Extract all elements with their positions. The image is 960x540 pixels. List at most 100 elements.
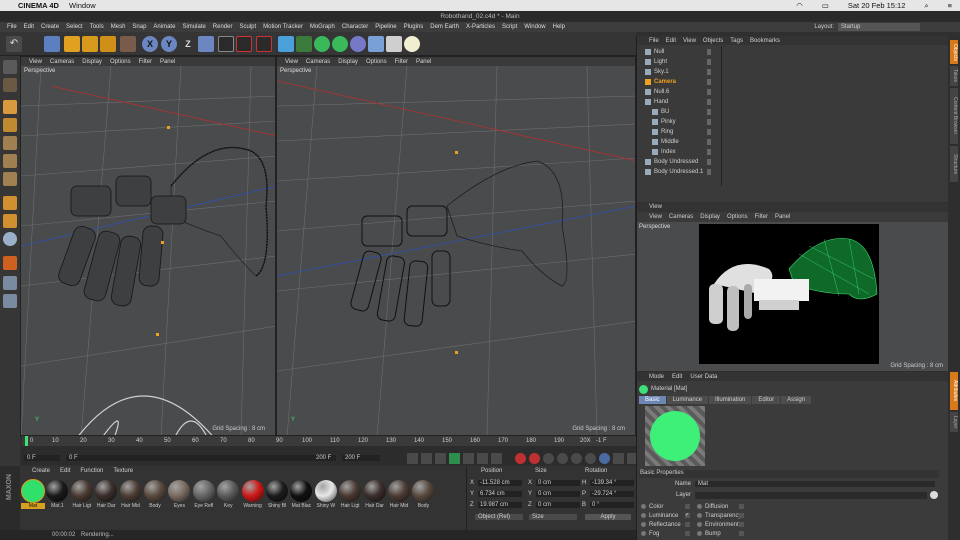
side-tab-objects[interactable]: Objects	[950, 40, 958, 64]
search-icon[interactable]: ⌕	[924, 1, 928, 11]
visibility-toggle[interactable]	[707, 79, 711, 85]
menu-item[interactable]: Render	[213, 24, 233, 30]
rotate-tool-icon[interactable]	[100, 36, 116, 52]
channel-bump-checkbox[interactable]	[739, 531, 744, 536]
visibility-toggle[interactable]	[707, 59, 711, 65]
side-tab-content-browser[interactable]: Content Browser	[950, 88, 958, 144]
attr-menu-user-data[interactable]: User Data	[690, 374, 717, 380]
app-name[interactable]: CINEMA 4D	[18, 1, 59, 10]
menu-item[interactable]: Dem Earth	[430, 24, 459, 30]
material-preview[interactable]	[645, 406, 705, 466]
next-frame-icon[interactable]	[463, 453, 474, 464]
vp-menu-cameras[interactable]: Cameras	[50, 59, 74, 65]
pla-key-icon[interactable]	[613, 453, 624, 464]
visibility-toggle[interactable]	[707, 169, 711, 175]
menu-item[interactable]: Edit	[24, 24, 34, 30]
mat-menu-function[interactable]: Function	[80, 468, 103, 474]
vp-menu-view[interactable]: View	[285, 59, 298, 65]
vpanel-menu-options[interactable]: Options	[727, 214, 748, 220]
rotation-h-field[interactable]: -139.34 °	[590, 480, 634, 486]
material-swatch[interactable]	[388, 480, 410, 502]
prev-key-icon[interactable]	[421, 453, 432, 464]
position-y-field[interactable]: 6.734 cm	[478, 491, 522, 497]
view-panel-viewport[interactable]: Perspective Grid Spacing : 8 cm	[637, 222, 949, 371]
visibility-toggle[interactable]	[707, 139, 711, 145]
visibility-toggle[interactable]	[707, 119, 711, 125]
menu-item[interactable]: Help	[553, 24, 565, 30]
play-icon[interactable]	[449, 453, 460, 464]
playhead[interactable]	[25, 436, 28, 446]
position-z-field[interactable]: 19.987 cm	[478, 502, 522, 508]
material-swatch[interactable]	[144, 480, 166, 502]
tab-illumination[interactable]: Illumination	[709, 396, 752, 404]
scale-key-icon[interactable]	[571, 453, 582, 464]
vp-menu-panel[interactable]: Panel	[160, 59, 175, 65]
mat-menu-edit[interactable]: Edit	[60, 468, 70, 474]
material-swatch[interactable]	[363, 480, 386, 502]
mac-menu-window[interactable]: Window	[69, 1, 96, 10]
floor-icon[interactable]	[368, 36, 384, 52]
axis-mode-icon[interactable]	[3, 196, 17, 210]
menu-item[interactable]: Plugins	[404, 24, 424, 30]
vpanel-menu-view[interactable]: View	[649, 214, 662, 220]
rotation-p-field[interactable]: -29.724 °	[590, 491, 634, 497]
move-tool-icon[interactable]	[64, 36, 80, 52]
om-menu-tags[interactable]: Tags	[730, 38, 743, 44]
deformer-icon[interactable]	[350, 36, 366, 52]
workplane-icon[interactable]	[3, 118, 17, 132]
texture-mode-icon[interactable]	[3, 100, 17, 114]
material-swatch[interactable]	[192, 480, 215, 502]
side-tab-structure[interactable]: Structure	[950, 146, 958, 182]
menu-item[interactable]: Simulate	[182, 24, 205, 30]
visibility-toggle[interactable]	[707, 129, 711, 135]
autokey-icon[interactable]	[529, 453, 540, 464]
visibility-toggle[interactable]	[707, 109, 711, 115]
sculpt-icon[interactable]	[3, 294, 17, 308]
om-menu-edit[interactable]: Edit	[666, 38, 676, 44]
y-axis-button[interactable]: Y	[161, 36, 177, 52]
clock[interactable]: Sat 20 Feb 15:12	[848, 1, 906, 11]
channel-reflectance-checkbox[interactable]	[685, 522, 690, 527]
points-mode-icon[interactable]	[3, 136, 17, 150]
vp-menu-options[interactable]: Options	[110, 59, 131, 65]
rotation-key-icon[interactable]	[585, 453, 596, 464]
om-menu-file[interactable]: File	[649, 38, 659, 44]
channel-luminance-checkbox[interactable]: ✓	[685, 513, 690, 518]
material-swatch[interactable]	[95, 480, 118, 502]
channel-transparency-checkbox[interactable]	[739, 513, 744, 518]
om-menu-view[interactable]: View	[683, 38, 696, 44]
menu-list-icon[interactable]: ≡	[948, 1, 952, 11]
vp-menu-filter[interactable]: Filter	[139, 59, 152, 65]
vpanel-menu-cameras[interactable]: Cameras	[669, 214, 693, 220]
viewport-right[interactable]: View Cameras Display Options Filter Pane…	[276, 56, 636, 436]
coordinate-system-icon[interactable]	[198, 36, 214, 52]
vpanel-menu-display[interactable]: Display	[700, 214, 720, 220]
visibility-toggle[interactable]	[707, 159, 711, 165]
viewport-left[interactable]: View Cameras Display Options Filter Pane…	[20, 56, 276, 436]
menu-item[interactable]: Sculpt	[239, 24, 256, 30]
position-x-field[interactable]: -11.528 cm	[478, 480, 522, 486]
z-axis-button[interactable]: Z	[180, 36, 196, 52]
undo-icon[interactable]: ↶	[6, 36, 22, 52]
tab-basic[interactable]: Basic	[639, 396, 666, 404]
object-row[interactable]: Middle	[637, 137, 949, 147]
object-row[interactable]: Ring	[637, 127, 949, 137]
visibility-toggle[interactable]	[707, 69, 711, 75]
record-icon[interactable]	[515, 453, 526, 464]
render-region[interactable]	[699, 224, 879, 364]
material-swatch[interactable]	[70, 480, 93, 502]
side-tab-attributes[interactable]: Attributes	[950, 372, 958, 410]
frame-range-start[interactable]: 0 F	[66, 455, 336, 461]
visibility-toggle[interactable]	[707, 99, 711, 105]
render-view-icon[interactable]	[218, 36, 234, 52]
snap-icon[interactable]	[3, 232, 17, 246]
parameter-key-icon[interactable]	[599, 453, 610, 464]
select-tool-icon[interactable]	[44, 36, 60, 52]
coord-mode-dropdown[interactable]: Object (Rel)	[475, 514, 523, 520]
object-row[interactable]: Index	[637, 147, 949, 157]
prev-frame-icon[interactable]	[435, 453, 446, 464]
menu-item[interactable]: Snap	[132, 24, 146, 30]
magnet-icon[interactable]	[3, 256, 17, 270]
size-mode-dropdown[interactable]: Size	[529, 514, 577, 520]
object-row[interactable]: Pinky	[637, 117, 949, 127]
